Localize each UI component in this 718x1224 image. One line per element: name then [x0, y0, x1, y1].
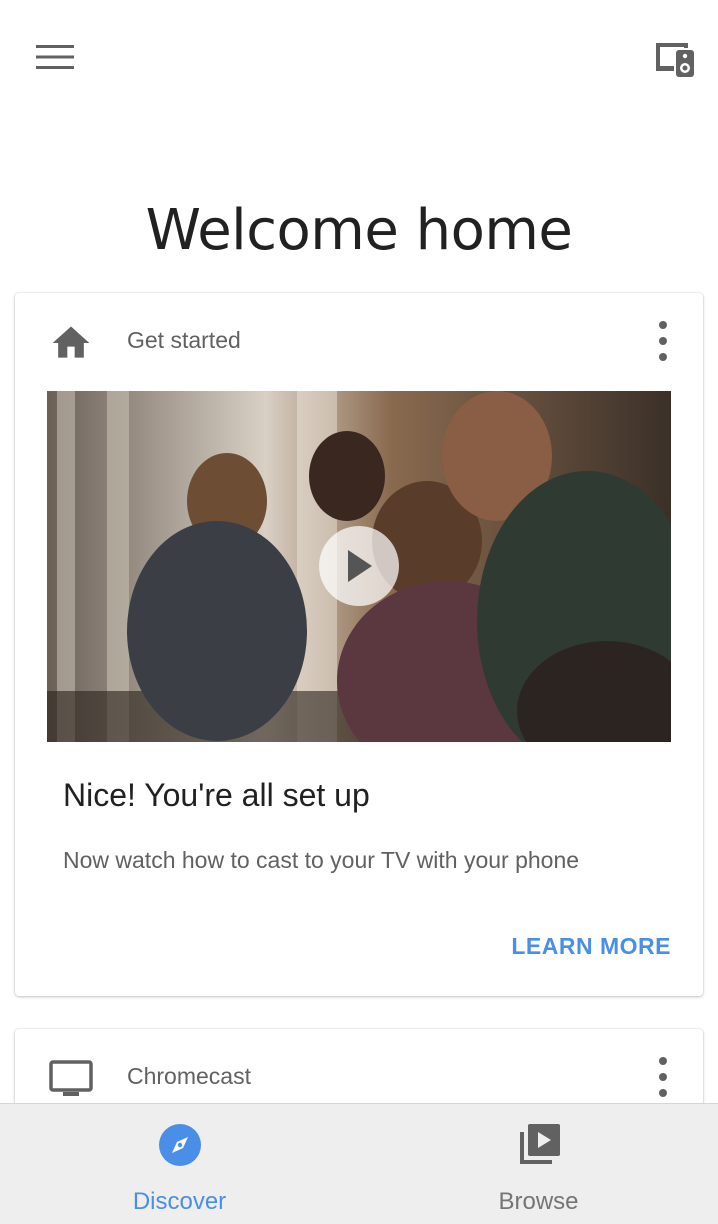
- card-title: Nice! You're all set up: [63, 777, 370, 813]
- compass-icon: [157, 1122, 203, 1168]
- card-header-label: Chromecast: [127, 1063, 251, 1089]
- learn-more-button[interactable]: LEARN MORE: [511, 933, 671, 960]
- app-bar: [0, 0, 718, 120]
- home-icon: [49, 321, 93, 365]
- more-vert-icon[interactable]: [653, 1057, 673, 1097]
- nav-item-browse[interactable]: Browse: [359, 1104, 718, 1224]
- hamburger-menu-icon[interactable]: [30, 36, 80, 78]
- devices-speaker-icon[interactable]: [646, 36, 702, 82]
- nav-label-discover: Discover: [132, 1188, 227, 1215]
- bottom-navigation: Discover Browse: [0, 1103, 718, 1224]
- get-started-card: Get started Nice! You're all set up Now …: [15, 293, 703, 996]
- play-button[interactable]: [319, 526, 399, 606]
- video-library-icon: [516, 1122, 562, 1168]
- card-body-text: Now watch how to cast to your TV with yo…: [63, 847, 580, 873]
- page-title: Welcome home: [145, 197, 573, 263]
- more-vert-icon[interactable]: [653, 321, 673, 361]
- card-header: Get started: [15, 293, 703, 389]
- nav-item-discover[interactable]: Discover: [0, 1104, 359, 1224]
- play-icon: [348, 550, 372, 582]
- card-header-label: Get started: [127, 327, 241, 353]
- nav-label-browse: Browse: [498, 1188, 579, 1215]
- video-thumbnail[interactable]: [47, 391, 671, 742]
- tv-icon: [49, 1057, 93, 1101]
